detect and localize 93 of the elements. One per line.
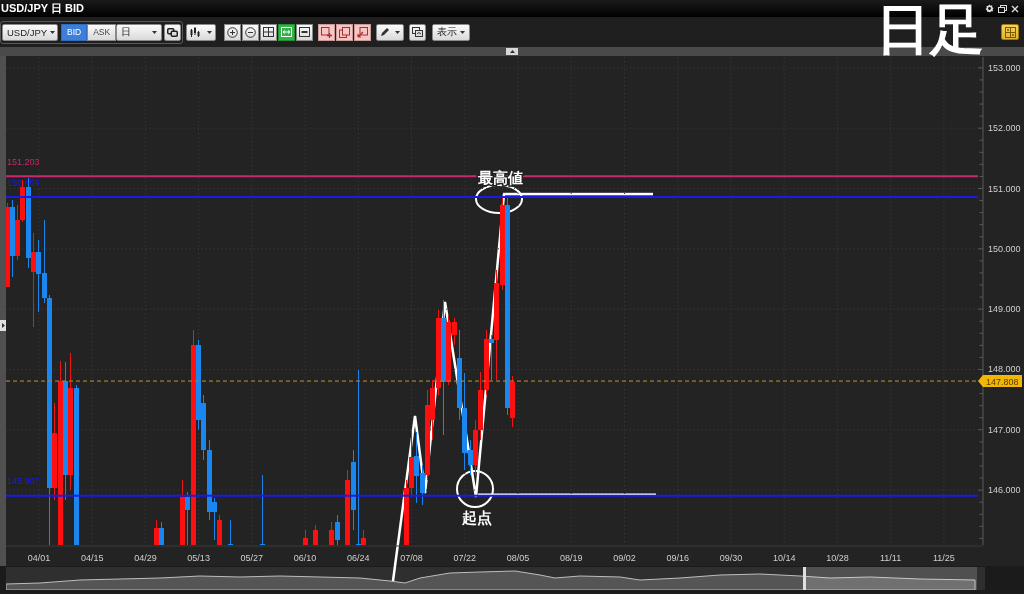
caret-icon <box>50 30 56 34</box>
date-label: 07/22 <box>453 553 477 563</box>
layout-button[interactable] <box>1001 24 1019 40</box>
grid-square-icon <box>263 27 275 37</box>
date-label: 09/30 <box>719 553 743 563</box>
date-label: 08/05 <box>506 553 530 563</box>
date-label: 06/24 <box>347 553 370 563</box>
peak-highlight-ellipse <box>475 184 523 214</box>
collapse-handle[interactable] <box>506 48 518 55</box>
price-label: 149.000 <box>988 304 1021 315</box>
close-icon[interactable] <box>1011 4 1019 13</box>
price-label: 147.000 <box>988 424 1021 435</box>
chart-type-dropdown[interactable] <box>186 23 217 41</box>
stacked-squares-icon <box>339 26 351 38</box>
resize-window-button[interactable] <box>354 23 372 41</box>
ref-line-label: 147.808 <box>986 376 1019 387</box>
caret-icon <box>207 30 213 34</box>
falling-candle <box>335 515 340 545</box>
window-panel-icon <box>299 27 311 37</box>
expand-handle[interactable] <box>0 320 6 331</box>
rising-candle <box>361 530 366 545</box>
start-highlight-circle <box>456 470 494 508</box>
date-label: 08/19 <box>560 553 583 563</box>
falling-candle <box>185 492 190 545</box>
zoom-in-icon <box>227 26 239 38</box>
caret-icon <box>395 30 401 34</box>
date-label: 05/13 <box>187 553 210 563</box>
rising-candle <box>510 376 515 427</box>
pencil-icon <box>380 27 391 37</box>
price-type-toggle[interactable]: ASK <box>87 23 117 41</box>
zoom-out-icon <box>245 26 257 38</box>
date-label: 04/01 <box>27 553 51 563</box>
date-label: 05/27 <box>240 553 264 563</box>
panel-button[interactable] <box>296 23 314 41</box>
navigator-window[interactable] <box>805 567 977 590</box>
rising-candle <box>313 525 318 545</box>
current-price-tag: 147.808 <box>978 375 1022 388</box>
date-label: 09/16 <box>666 553 689 563</box>
date-label: 04/29 <box>134 553 157 563</box>
caret-up-icon <box>509 50 515 53</box>
price-label: 148.000 <box>988 364 1021 375</box>
falling-candle <box>159 522 164 545</box>
span-button[interactable] <box>278 23 296 41</box>
horizontal-span-icon <box>281 27 293 37</box>
period-dropdown[interactable]: 日 <box>116 23 163 41</box>
stacked-squares-icon <box>167 27 179 37</box>
price-label: 150.000 <box>988 243 1021 254</box>
rising-candle <box>154 520 159 545</box>
price-type-toggle[interactable]: BID <box>61 23 88 41</box>
price-label: 151.000 <box>988 183 1021 194</box>
fit-button[interactable] <box>260 23 278 41</box>
rising-candle <box>329 522 334 545</box>
restore-icon[interactable] <box>998 4 1007 13</box>
rising-candle <box>303 530 308 545</box>
stacked-windows-icon <box>412 27 424 37</box>
zoom-out-button[interactable] <box>242 23 260 41</box>
falling-candle <box>489 335 494 380</box>
overlap-window-button[interactable] <box>336 23 354 41</box>
annotation-label: 起点 <box>462 509 492 527</box>
price-line-label: 151.203 <box>7 156 40 167</box>
falling-candle <box>228 520 233 545</box>
drawing-tool-dropdown[interactable] <box>376 23 405 41</box>
display-dropdown[interactable]: 表示 <box>432 23 471 41</box>
grid-icon <box>1004 26 1016 38</box>
zoom-in-button[interactable] <box>224 23 242 41</box>
window-title: USD/JPY 日 BID <box>0 1 84 16</box>
date-label: 11/11 <box>880 553 902 563</box>
link-windows-button[interactable] <box>164 23 182 41</box>
add-window-button[interactable] <box>318 23 336 41</box>
falling-candle <box>260 475 265 545</box>
date-label: 04/15 <box>80 553 104 563</box>
caption-text: 日足 <box>876 3 984 57</box>
caret-icon <box>460 30 466 34</box>
price-label: 152.000 <box>988 123 1021 134</box>
date-label: 06/10 <box>293 553 317 563</box>
caret-right-icon <box>1 323 5 328</box>
candlestick-icon <box>190 27 201 37</box>
rising-candle <box>180 480 185 545</box>
square-plus-icon <box>321 26 333 38</box>
navigator-handle[interactable] <box>803 567 806 590</box>
rising-candle <box>217 515 222 545</box>
date-label: 07/08 <box>400 553 423 563</box>
symbol-dropdown[interactable]: USD/JPY <box>2 23 58 41</box>
price-label: 146.000 <box>988 485 1021 496</box>
date-label: 10/28 <box>826 553 849 563</box>
date-label: 11/25 <box>932 553 955 563</box>
date-label: 10/14 <box>772 553 796 563</box>
caret-icon <box>152 30 158 34</box>
date-label: 09/02 <box>613 553 636 563</box>
price-line-label: 145.907 <box>7 476 40 487</box>
settings-icon[interactable] <box>985 4 994 13</box>
price-label: 153.000 <box>988 62 1021 73</box>
screenshot-button[interactable] <box>409 23 427 41</box>
